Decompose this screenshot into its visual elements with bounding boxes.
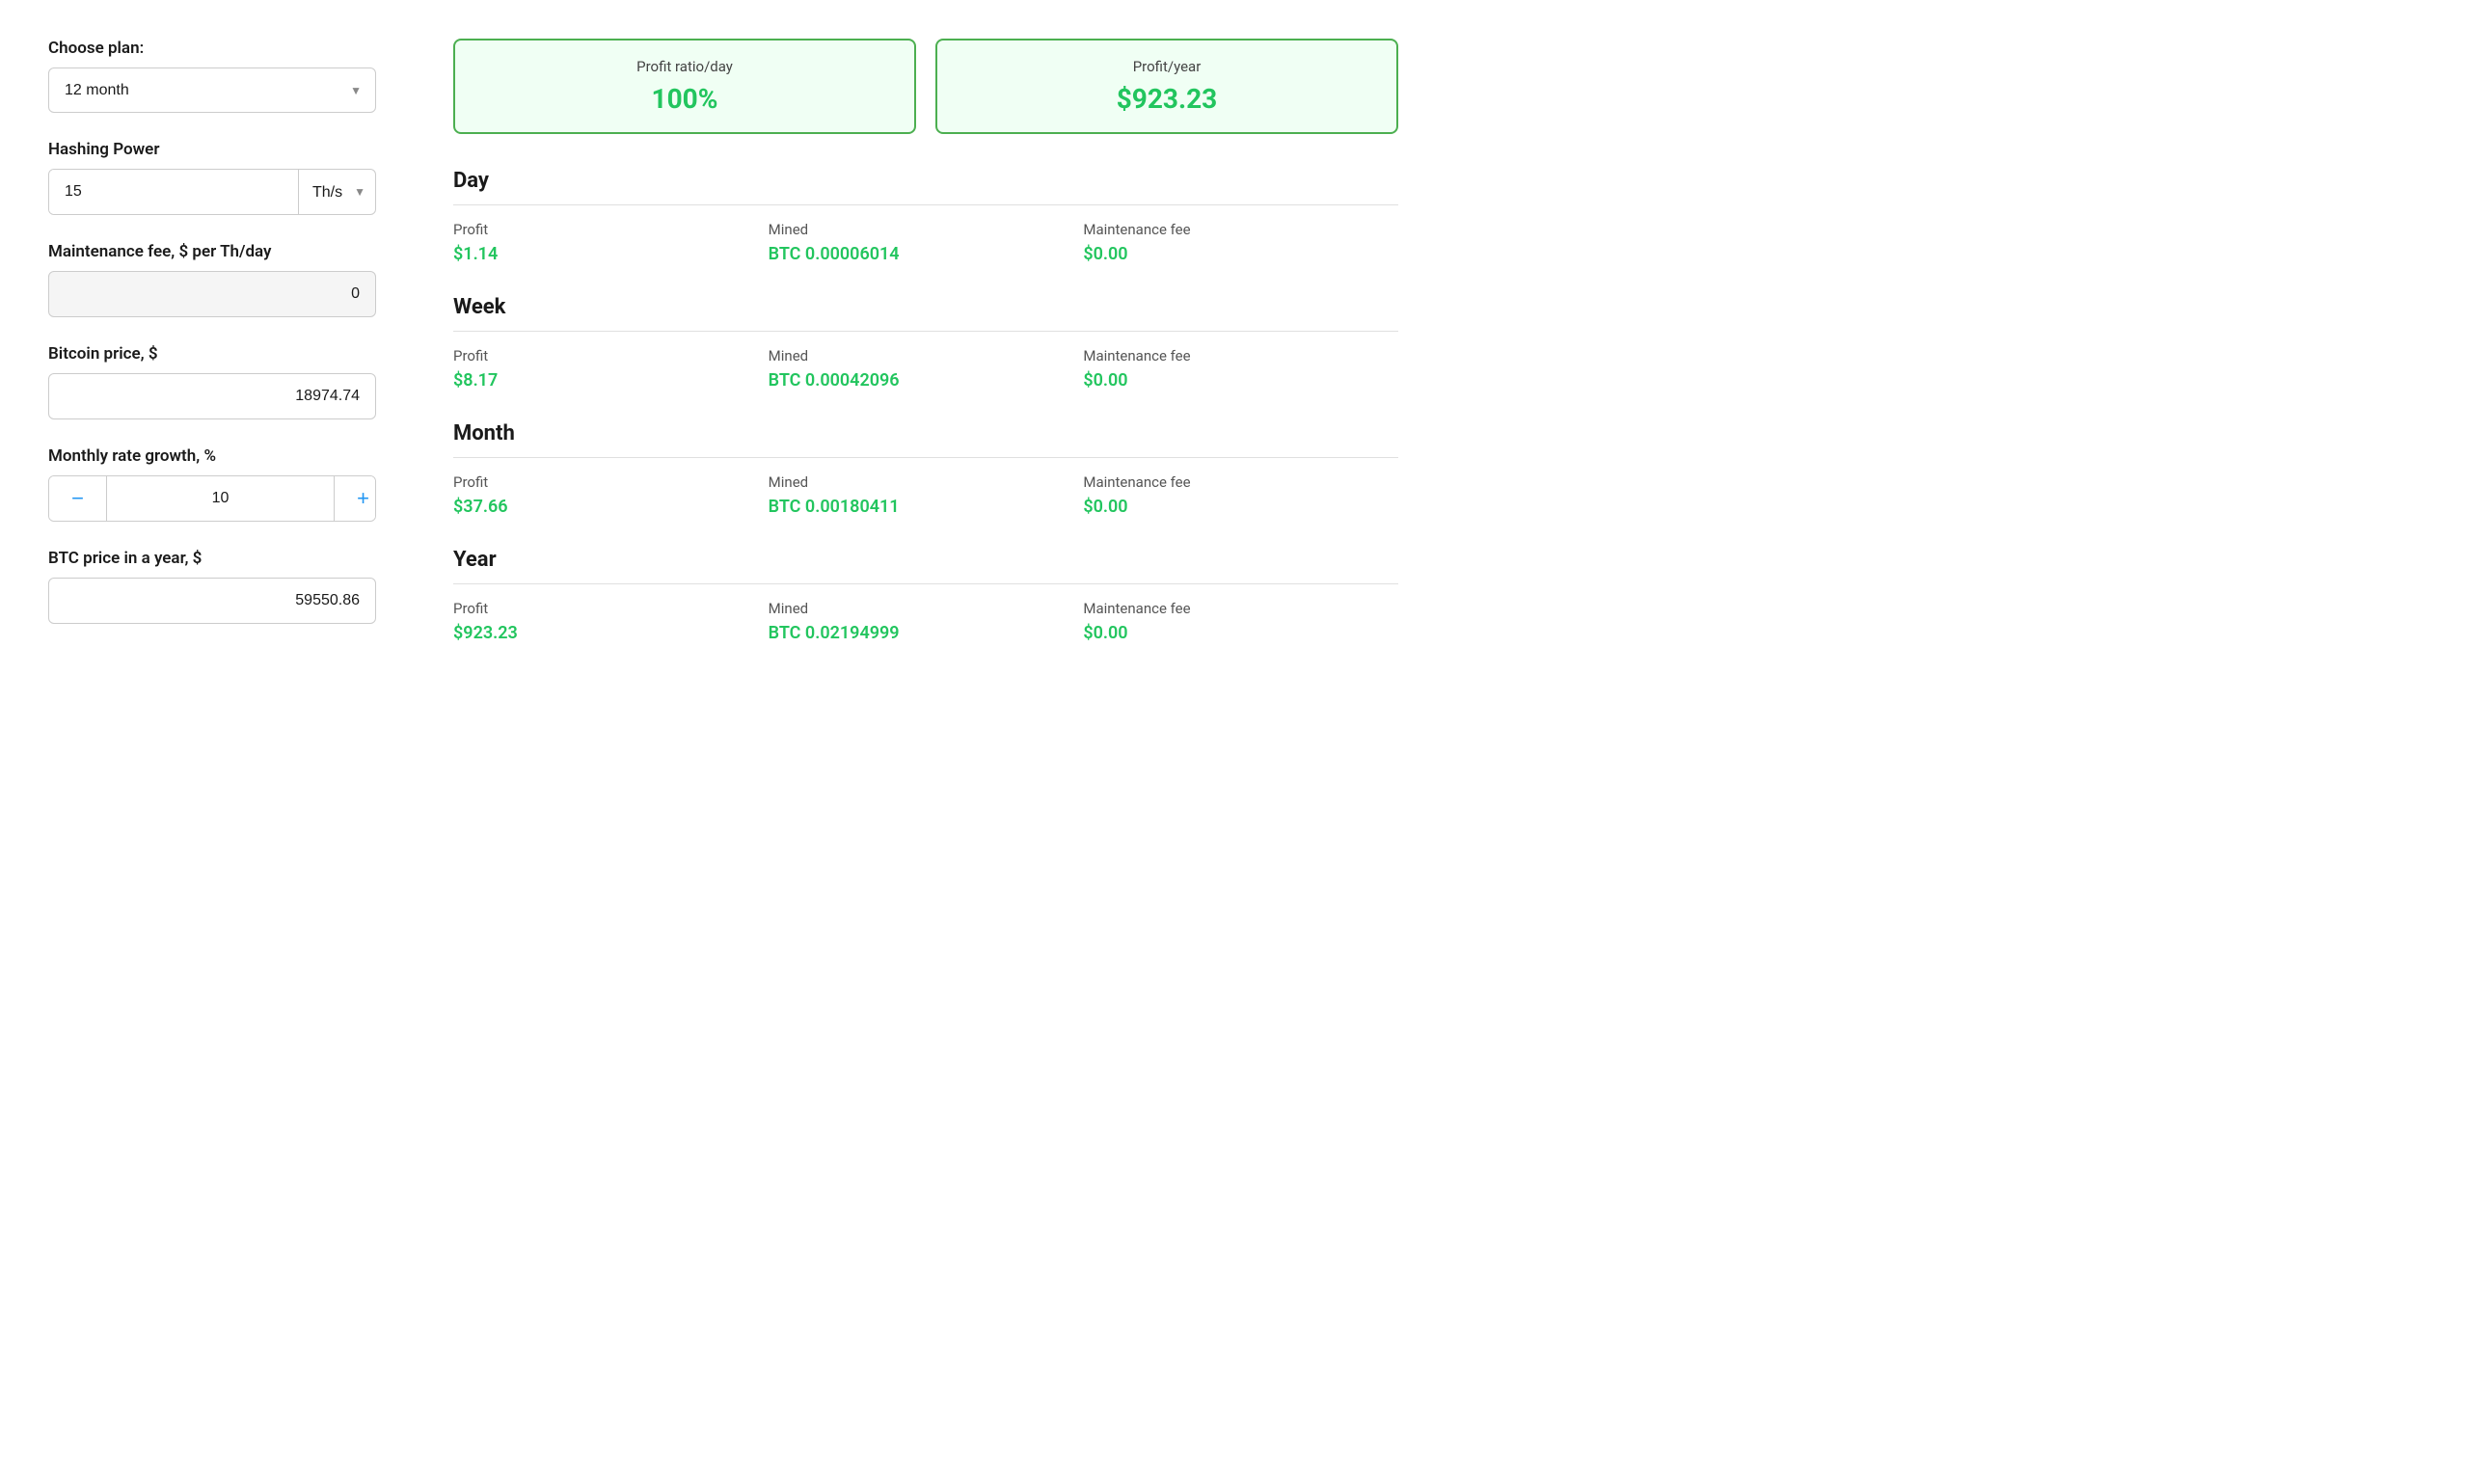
period-section-day: Day Profit $1.14 Mined BTC 0.00006014 Ma…: [453, 169, 1398, 264]
profit-ratio-card-label: Profit ratio/day: [478, 58, 891, 75]
stat-fee-label: Maintenance fee: [1083, 347, 1398, 364]
stat-profit-month: Profit $37.66: [453, 473, 769, 517]
period-stats-day: Profit $1.14 Mined BTC 0.00006014 Mainte…: [453, 221, 1398, 264]
monthly-rate-label: Monthly rate growth, %: [48, 446, 376, 466]
periods-container: Day Profit $1.14 Mined BTC 0.00006014 Ma…: [453, 169, 1398, 643]
stat-mined-month: Mined BTC 0.00180411: [769, 473, 1084, 517]
stat-profit-day: Profit $1.14: [453, 221, 769, 264]
bitcoin-price-input[interactable]: [48, 373, 376, 419]
period-section-month: Month Profit $37.66 Mined BTC 0.00180411…: [453, 421, 1398, 517]
monthly-rate-group: Monthly rate growth, % − +: [48, 446, 376, 522]
stat-fee-label: Maintenance fee: [1083, 600, 1398, 617]
stat-mined-value: BTC 0.00042096: [769, 370, 1084, 391]
stat-mined-label: Mined: [769, 221, 1084, 238]
bitcoin-price-label: Bitcoin price, $: [48, 344, 376, 364]
stat-profit-value: $8.17: [453, 370, 769, 391]
stat-fee-day: Maintenance fee $0.00: [1083, 221, 1398, 264]
maintenance-fee-group: Maintenance fee, $ per Th/day: [48, 242, 376, 317]
stat-fee-week: Maintenance fee $0.00: [1083, 347, 1398, 391]
profit-ratio-card-value: 100%: [478, 83, 891, 115]
stat-mined-label: Mined: [769, 347, 1084, 364]
hashing-unit-select[interactable]: Th/s Ph/s: [299, 171, 375, 214]
stat-fee-value: $0.00: [1083, 370, 1398, 391]
choose-plan-label: Choose plan:: [48, 39, 376, 58]
monthly-rate-stepper: − +: [48, 475, 376, 522]
stat-fee-year: Maintenance fee $0.00: [1083, 600, 1398, 643]
monthly-rate-increase-button[interactable]: +: [334, 476, 376, 521]
stat-profit-label: Profit: [453, 347, 769, 364]
stat-mined-value: BTC 0.02194999: [769, 623, 1084, 643]
period-title-week: Week: [453, 295, 1398, 332]
stat-mined-label: Mined: [769, 473, 1084, 491]
stat-fee-value: $0.00: [1083, 497, 1398, 517]
monthly-rate-input[interactable]: [107, 476, 334, 521]
stat-profit-label: Profit: [453, 473, 769, 491]
main-layout: Choose plan: 6 month 12 month 18 month 2…: [48, 39, 1398, 674]
plan-select[interactable]: 6 month 12 month 18 month 24 month: [49, 68, 375, 112]
stat-profit-value: $37.66: [453, 497, 769, 517]
stat-profit-value: $923.23: [453, 623, 769, 643]
period-stats-year: Profit $923.23 Mined BTC 0.02194999 Main…: [453, 600, 1398, 643]
stat-profit-label: Profit: [453, 600, 769, 617]
left-panel: Choose plan: 6 month 12 month 18 month 2…: [48, 39, 376, 674]
bitcoin-price-group: Bitcoin price, $: [48, 344, 376, 419]
stat-profit-week: Profit $8.17: [453, 347, 769, 391]
monthly-rate-decrease-button[interactable]: −: [49, 476, 107, 521]
stat-fee-label: Maintenance fee: [1083, 473, 1398, 491]
stat-fee-label: Maintenance fee: [1083, 221, 1398, 238]
stat-profit-value: $1.14: [453, 244, 769, 264]
hashing-unit-wrapper: Th/s Ph/s ▼: [298, 170, 375, 214]
hashing-row: Th/s Ph/s ▼: [48, 169, 376, 215]
hashing-power-label: Hashing Power: [48, 140, 376, 159]
stat-mined-value: BTC 0.00006014: [769, 244, 1084, 264]
period-stats-month: Profit $37.66 Mined BTC 0.00180411 Maint…: [453, 473, 1398, 517]
profit-year-card-label: Profit/year: [960, 58, 1373, 75]
period-title-year: Year: [453, 548, 1398, 584]
period-section-year: Year Profit $923.23 Mined BTC 0.02194999…: [453, 548, 1398, 643]
choose-plan-group: Choose plan: 6 month 12 month 18 month 2…: [48, 39, 376, 113]
stat-profit-year: Profit $923.23: [453, 600, 769, 643]
stat-fee-value: $0.00: [1083, 244, 1398, 264]
maintenance-fee-input[interactable]: [48, 271, 376, 317]
profit-year-card: Profit/year $923.23: [935, 39, 1398, 134]
hashing-power-group: Hashing Power Th/s Ph/s ▼: [48, 140, 376, 215]
stat-fee-month: Maintenance fee $0.00: [1083, 473, 1398, 517]
right-panel: Profit ratio/day 100% Profit/year $923.2…: [453, 39, 1398, 674]
stat-fee-value: $0.00: [1083, 623, 1398, 643]
period-title-month: Month: [453, 421, 1398, 458]
period-title-day: Day: [453, 169, 1398, 205]
stat-profit-label: Profit: [453, 221, 769, 238]
period-section-week: Week Profit $8.17 Mined BTC 0.00042096 M…: [453, 295, 1398, 391]
profit-ratio-card: Profit ratio/day 100%: [453, 39, 916, 134]
btc-price-year-group: BTC price in a year, $: [48, 549, 376, 624]
stat-mined-label: Mined: [769, 600, 1084, 617]
period-stats-week: Profit $8.17 Mined BTC 0.00042096 Mainte…: [453, 347, 1398, 391]
btc-price-year-label: BTC price in a year, $: [48, 549, 376, 568]
stat-mined-week: Mined BTC 0.00042096: [769, 347, 1084, 391]
plan-select-wrapper: 6 month 12 month 18 month 24 month ▼: [48, 67, 376, 113]
profit-year-card-value: $923.23: [960, 83, 1373, 115]
summary-cards: Profit ratio/day 100% Profit/year $923.2…: [453, 39, 1398, 134]
stat-mined-value: BTC 0.00180411: [769, 497, 1084, 517]
stat-mined-year: Mined BTC 0.02194999: [769, 600, 1084, 643]
maintenance-fee-label: Maintenance fee, $ per Th/day: [48, 242, 376, 261]
btc-price-year-input[interactable]: [48, 578, 376, 624]
stat-mined-day: Mined BTC 0.00006014: [769, 221, 1084, 264]
hashing-power-input[interactable]: [49, 170, 298, 214]
